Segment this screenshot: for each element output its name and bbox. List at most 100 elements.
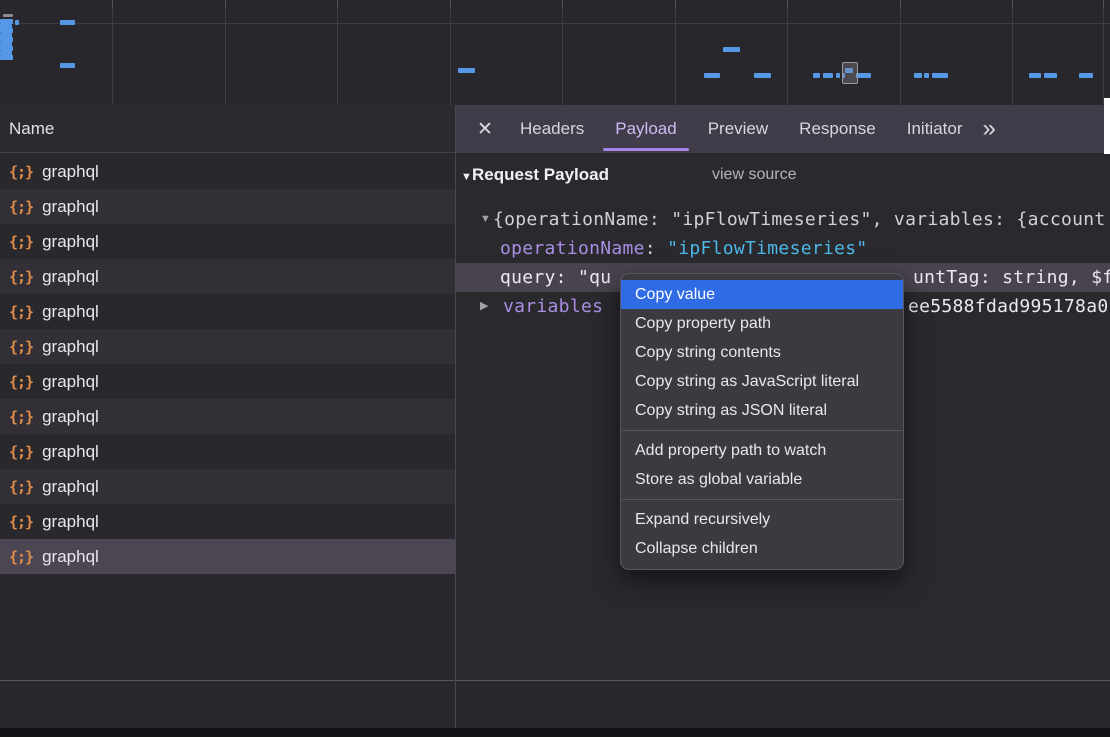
menu-item-copy-property-path[interactable]: Copy property path (621, 309, 903, 338)
request-name-label: graphql (42, 442, 99, 462)
overview-gridline (787, 7, 788, 105)
json-braces-icon: {;} (9, 233, 33, 251)
request-name-label: graphql (42, 372, 99, 392)
json-braces-icon: {;} (9, 373, 33, 391)
request-row[interactable]: {;} graphql (0, 364, 455, 399)
overview-tick (1103, 0, 1104, 7)
menu-item-collapse-children[interactable]: Collapse children (621, 534, 903, 563)
menu-item-copy-string-as-json-literal[interactable]: Copy string as JSON literal (621, 396, 903, 425)
menu-item-copy-value[interactable]: Copy value (621, 280, 903, 309)
tab-headers[interactable]: Headers (506, 105, 598, 153)
devtools-window: Name {;}graphql{;}graphql{;}graphql{;}gr… (0, 0, 1110, 728)
waterfall-bar[interactable] (932, 73, 948, 78)
request-row[interactable]: {;}graphql (0, 329, 455, 364)
overview-horizontal-gridline (0, 23, 1110, 24)
payload-object-preview: {operationName: "ipFlowTimeseries", vari… (493, 205, 1106, 234)
property-key: operationName (500, 238, 645, 259)
tab-payload[interactable]: Payload (601, 105, 690, 153)
chevron-double-right-icon: » (982, 115, 995, 143)
network-overview-timeline[interactable] (0, 0, 1110, 105)
menu-item-copy-string-contents[interactable]: Copy string contents (621, 338, 903, 367)
variables-value-visible-end: ee5588fdad995178a0 (908, 292, 1108, 321)
waterfall-bar[interactable] (836, 73, 840, 78)
overview-gridline (675, 7, 676, 105)
menu-item-expand-recursively[interactable]: Expand recursively (621, 505, 903, 534)
request-name-label: graphql (42, 547, 99, 567)
waterfall-bar[interactable] (1029, 73, 1041, 78)
request-row[interactable]: {;} graphql (0, 224, 455, 259)
request-name-label: graphql (42, 232, 99, 252)
request-row[interactable]: {;}graphql (0, 259, 455, 294)
request-name-label: graphql (42, 302, 99, 322)
request-row[interactable]: {;}graphql (0, 504, 455, 539)
waterfall-bar[interactable] (856, 73, 871, 78)
waterfall-bar[interactable] (754, 73, 771, 78)
json-braces-icon: {;} (9, 478, 33, 496)
waterfall-bar[interactable] (0, 55, 13, 60)
section-collapse-caret-icon[interactable]: ▼ (461, 171, 472, 183)
panel-split-divider[interactable] (455, 105, 456, 728)
waterfall-bar[interactable] (813, 73, 820, 78)
request-row[interactable]: {;}graphql (0, 399, 455, 434)
request-payload-title: Request Payload (472, 165, 609, 185)
waterfall-bar[interactable] (1044, 73, 1057, 78)
overview-tick (787, 0, 788, 7)
overview-tick (675, 0, 676, 7)
overview-selected-request-box (842, 62, 858, 84)
overview-gridline (225, 7, 226, 105)
property-value-string: "ipFlowTimeseries" (667, 238, 867, 259)
waterfall-bar[interactable] (60, 20, 75, 25)
property-key: variables (503, 292, 603, 321)
requests-list: {;} graphql {;} graphql {;} graphql {;} graphql… (0, 154, 455, 575)
waterfall-bar[interactable] (60, 63, 75, 68)
page-background-edge (1104, 98, 1110, 154)
overview-gridline (562, 7, 563, 105)
expand-caret-icon[interactable]: ▶ (480, 292, 488, 321)
waterfall-bar[interactable] (458, 68, 475, 73)
menu-separator (622, 499, 902, 500)
tabs-container: HeadersPayloadPreviewResponseInitiator (503, 105, 976, 153)
request-name-label: graphql (42, 337, 99, 357)
tab-preview[interactable]: Preview (694, 105, 782, 153)
payload-root-row[interactable]: ▼ {operationName: "ipFlowTimeseries", va… (456, 205, 1110, 234)
tab-response[interactable]: Response (785, 105, 890, 153)
json-braces-icon: {;} (9, 548, 33, 566)
menu-item-store-as-global-variable[interactable]: Store as global variable (621, 465, 903, 494)
request-row[interactable]: {;}graphql (0, 189, 455, 224)
status-footer (0, 681, 1110, 728)
menu-item-copy-string-as-javascript-literal[interactable]: Copy string as JavaScript literal (621, 367, 903, 396)
overview-scrubber-bar (3, 14, 13, 17)
request-row[interactable]: {;} graphql (0, 434, 455, 469)
request-name-label: graphql (42, 267, 99, 287)
json-braces-icon: {;} (9, 443, 33, 461)
request-row[interactable]: {;} graphql (0, 539, 455, 574)
expand-caret-icon[interactable]: ▼ (480, 205, 491, 234)
payload-operationname-row[interactable]: operationName: "ipFlowTimeseries" (456, 234, 1110, 263)
request-row[interactable]: {;}graphql (0, 469, 455, 504)
close-details-button[interactable]: ✕ (467, 105, 503, 153)
request-row[interactable]: {;}graphql (0, 294, 455, 329)
waterfall-bar[interactable] (823, 73, 833, 78)
waterfall-bar[interactable] (1079, 73, 1093, 78)
json-braces-icon: {;} (9, 513, 33, 531)
window-bottom-edge (0, 728, 1110, 737)
waterfall-bar[interactable] (704, 73, 720, 78)
waterfall-bar[interactable] (924, 73, 929, 78)
request-row[interactable]: {;}graphql (0, 154, 455, 189)
requests-name-column-header[interactable]: Name (0, 105, 455, 153)
menu-item-add-property-path-to-watch[interactable]: Add property path to watch (621, 436, 903, 465)
overview-tick (337, 0, 338, 7)
tab-initiator[interactable]: Initiator (893, 105, 977, 153)
more-tabs-button[interactable]: » (982, 105, 995, 153)
overview-gridline (1103, 7, 1104, 105)
overview-gridline (337, 7, 338, 105)
overview-tick (225, 0, 226, 7)
waterfall-bar[interactable] (723, 47, 740, 52)
waterfall-bar[interactable] (914, 73, 922, 78)
overview-gridline (900, 7, 901, 105)
overview-gridline (450, 7, 451, 105)
request-name-label: graphql (42, 197, 99, 217)
waterfall-bar[interactable] (15, 20, 19, 25)
json-braces-icon: {;} (9, 163, 33, 181)
view-source-link[interactable]: view source (712, 166, 796, 184)
